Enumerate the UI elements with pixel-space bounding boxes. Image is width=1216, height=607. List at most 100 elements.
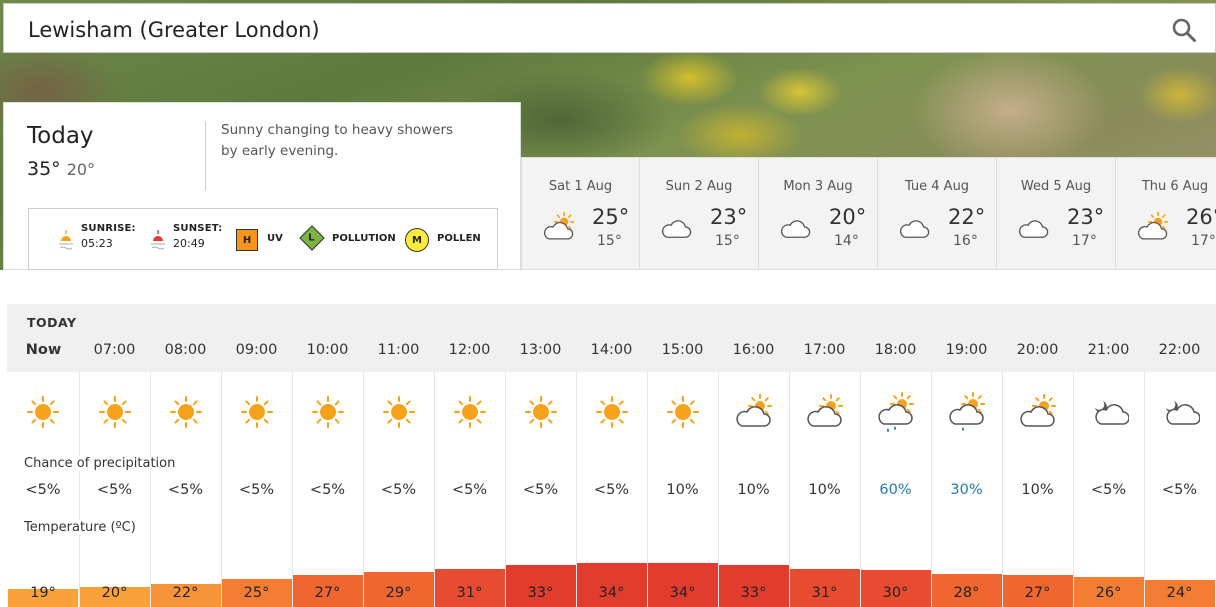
hour-column[interactable]: <5% 27° bbox=[292, 372, 363, 607]
sun-icon bbox=[308, 392, 348, 432]
hour-column[interactable]: <5% 19° bbox=[8, 372, 78, 607]
precipitation-chance: <5% bbox=[593, 482, 630, 498]
hour-column[interactable]: 10% 31° bbox=[789, 372, 860, 607]
sunny-intervals-icon bbox=[805, 392, 845, 432]
precipitation-chance: <5% bbox=[96, 482, 133, 498]
precipitation-chance: 60% bbox=[879, 482, 912, 498]
hour-column[interactable]: <5% 34° bbox=[576, 372, 647, 607]
hour-column[interactable]: 10% 34° bbox=[647, 372, 718, 607]
today-high-temp: 35° bbox=[27, 158, 61, 180]
day-high-temp: 22° bbox=[948, 205, 986, 229]
partly-cloudy-night-icon bbox=[1089, 392, 1130, 432]
uv-label[interactable]: UV bbox=[267, 233, 283, 244]
day-name: Wed 5 Aug bbox=[1020, 179, 1092, 194]
sun-icon bbox=[663, 392, 703, 432]
hour-time-label: 10:00 bbox=[306, 342, 349, 358]
today-low-temp: 20° bbox=[66, 160, 96, 179]
temperature-value: 19° bbox=[30, 585, 56, 601]
sun-icon bbox=[166, 392, 206, 432]
sunset-icon bbox=[151, 230, 165, 250]
hour-time-label: 15:00 bbox=[661, 342, 704, 358]
temperature-value: 33° bbox=[527, 585, 554, 601]
temperature-value: 33° bbox=[740, 585, 767, 601]
today-temperatures: 35° 20° bbox=[27, 158, 95, 180]
partly-cloudy-night-icon bbox=[1160, 392, 1201, 432]
location-search-bar[interactable] bbox=[3, 3, 1216, 53]
today-title: Today bbox=[27, 123, 94, 149]
hour-column[interactable]: <5% 33° bbox=[505, 372, 576, 607]
uv-badge[interactable]: H bbox=[236, 229, 258, 251]
search-icon[interactable] bbox=[1171, 17, 1197, 43]
day-low-temp: 17° bbox=[1072, 233, 1097, 249]
day-low-temp: 15° bbox=[715, 233, 740, 249]
precipitation-chance: <5% bbox=[451, 482, 488, 498]
day-tab[interactable]: Sun 2 Aug 23° 15° bbox=[640, 157, 759, 270]
hour-column[interactable]: <5% 22° bbox=[150, 372, 221, 607]
hour-column[interactable]: <5% 26° bbox=[1073, 372, 1144, 607]
day-tab[interactable]: Tue 4 Aug 22° 16° bbox=[878, 157, 997, 270]
precipitation-label: Chance of precipitation bbox=[24, 456, 182, 471]
today-forecast-summary: Sunny changing to heavy showers by early… bbox=[221, 122, 454, 159]
today-summary-card[interactable]: Today 35° 20° Sunny changing to heavy sho… bbox=[3, 102, 521, 270]
hour-column[interactable]: <5% 29° bbox=[363, 372, 434, 607]
temperature-value: 27° bbox=[1024, 585, 1051, 601]
hourly-day-heading: TODAY bbox=[27, 315, 77, 330]
hour-column[interactable]: <5% 20° bbox=[79, 372, 150, 607]
day-tab[interactable]: Thu 6 Aug 26° 17° bbox=[1116, 157, 1216, 270]
sunrise-info: SUNRISE: 05:23 bbox=[81, 223, 136, 250]
divider bbox=[205, 121, 206, 191]
daily-forecast-tabs: Sat 1 Aug 25° 15° Sun 2 Aug 23° 15° Mon … bbox=[521, 157, 1216, 270]
day-high-temp: 20° bbox=[829, 205, 867, 229]
sunny-intervals-icon bbox=[734, 392, 774, 432]
sun-icon bbox=[521, 392, 561, 432]
day-tab[interactable]: Sat 1 Aug 25° 15° bbox=[521, 157, 640, 270]
sunrise-time: 05:23 bbox=[81, 237, 113, 250]
sunset-info: SUNSET: 20:49 bbox=[173, 223, 222, 250]
temperature-value: 34° bbox=[598, 585, 625, 601]
hour-time-label: 19:00 bbox=[945, 342, 988, 358]
precipitation-chance: 10% bbox=[666, 482, 699, 498]
pollen-badge[interactable]: M bbox=[405, 228, 429, 252]
day-name: Sat 1 Aug bbox=[548, 179, 613, 194]
hourly-time-row: Now 07:00 08:00 09:00 10:00 11:00 12:00 13:00 14… bbox=[7, 342, 1216, 366]
day-tab[interactable]: Wed 5 Aug 23° 17° bbox=[997, 157, 1116, 270]
temperature-value: 29° bbox=[385, 585, 412, 601]
precipitation-chance: 10% bbox=[808, 482, 841, 498]
pollution-label[interactable]: POLLUTION bbox=[332, 233, 396, 244]
cloud-icon bbox=[898, 210, 932, 238]
sunny-intervals-icon bbox=[1136, 210, 1170, 240]
pollen-label[interactable]: POLLEN bbox=[437, 233, 481, 244]
sunrise-label: SUNRISE: bbox=[81, 223, 136, 234]
day-high-temp: 25° bbox=[592, 205, 630, 229]
day-tab[interactable]: Mon 3 Aug 20° 14° bbox=[759, 157, 878, 270]
hour-time-label: 08:00 bbox=[164, 342, 207, 358]
hour-time-label: 16:00 bbox=[732, 342, 775, 358]
light-shower-icon bbox=[947, 392, 987, 432]
pollution-badge-letter: L bbox=[308, 232, 315, 244]
hour-column[interactable]: 30% 28° bbox=[931, 372, 1002, 607]
location-search-input[interactable] bbox=[28, 15, 1128, 45]
hour-time-label: 18:00 bbox=[874, 342, 917, 358]
hour-column[interactable]: <5% 25° bbox=[221, 372, 292, 607]
temperature-value: 25° bbox=[243, 585, 270, 601]
hour-column[interactable]: 10% 33° bbox=[718, 372, 789, 607]
pollution-badge[interactable]: L bbox=[299, 225, 325, 251]
hour-time-label: 21:00 bbox=[1087, 342, 1130, 358]
temperature-value: 26° bbox=[1095, 585, 1122, 601]
hour-column[interactable]: <5% 24° bbox=[1144, 372, 1215, 607]
hour-column[interactable]: 10% 27° bbox=[1002, 372, 1073, 607]
temperature-value: 22° bbox=[172, 585, 199, 601]
hour-column[interactable]: <5% 31° bbox=[434, 372, 505, 607]
day-low-temp: 16° bbox=[953, 233, 978, 249]
temperature-label: Temperature (ºC) bbox=[24, 520, 142, 535]
precipitation-chance: <5% bbox=[380, 482, 417, 498]
sunny-intervals-icon bbox=[1018, 392, 1058, 432]
temperature-value: 27° bbox=[314, 585, 341, 601]
precipitation-chance: 10% bbox=[1021, 482, 1054, 498]
temperature-value: 30° bbox=[882, 585, 909, 601]
day-high-temp: 23° bbox=[710, 205, 748, 229]
temperature-value: 20° bbox=[101, 585, 128, 601]
hour-time-label: 17:00 bbox=[803, 342, 846, 358]
temperature-value: 24° bbox=[1166, 585, 1193, 601]
hour-column[interactable]: 60% 30° bbox=[860, 372, 931, 607]
